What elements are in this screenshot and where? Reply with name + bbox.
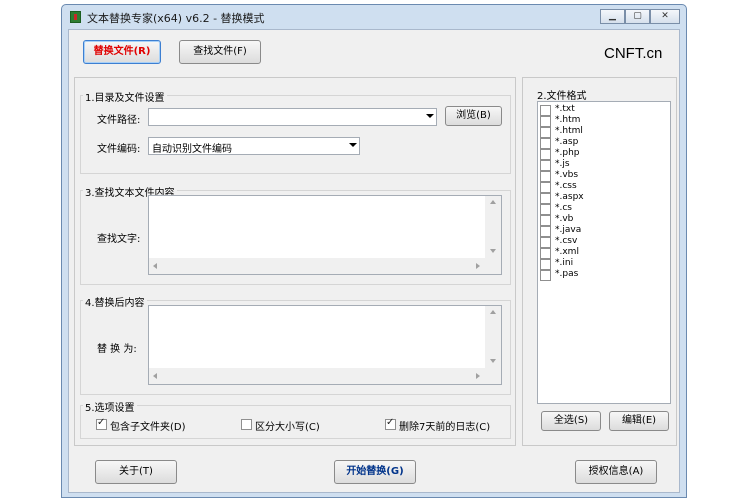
- scroll-right-icon[interactable]: [476, 373, 480, 379]
- file-path-label: 文件路径:: [97, 115, 141, 126]
- encoding-select[interactable]: 自动识别文件编码: [148, 137, 360, 155]
- format-label: *.php: [555, 148, 580, 158]
- format-label: *.txt: [555, 104, 575, 114]
- directory-settings-group: 1.目录及文件设置 文件路径: 浏览(B) 文件编码: 自动识别文件编码: [80, 89, 511, 174]
- license-info-button[interactable]: 授权信息(A): [575, 460, 657, 484]
- scrollbar-corner: [485, 258, 501, 274]
- scroll-left-icon[interactable]: [153, 263, 157, 269]
- file-formats-title: 2.文件格式: [537, 91, 587, 102]
- format-checkbox[interactable]: [540, 105, 551, 116]
- about-button[interactable]: 关于(T): [95, 460, 177, 484]
- title-bar[interactable]: 文本替换专家(x64) v6.2 - 替换模式 ▁ ▢ ✕: [62, 5, 686, 29]
- edit-formats-button[interactable]: 编辑(E): [609, 411, 669, 431]
- encoding-label: 文件编码:: [97, 144, 141, 155]
- format-checkbox[interactable]: [540, 193, 551, 204]
- minimize-icon: ▁: [609, 11, 616, 21]
- format-label: *.vbs: [555, 170, 579, 180]
- chevron-down-icon[interactable]: [349, 143, 357, 147]
- replace-mode-button[interactable]: 替换文件(R): [83, 40, 161, 64]
- scroll-up-icon[interactable]: [490, 200, 496, 204]
- format-label: *.cs: [555, 203, 572, 213]
- right-panel: 2.文件格式 *.txt *.htm *.html *.asp *.php *.…: [522, 77, 677, 446]
- include-subfolders-checkbox[interactable]: [96, 417, 107, 430]
- format-checkbox[interactable]: [540, 149, 551, 160]
- format-checkbox[interactable]: [540, 171, 551, 182]
- scroll-down-icon[interactable]: [490, 249, 496, 253]
- format-checkbox[interactable]: [540, 127, 551, 138]
- encoding-value: 自动识别文件编码: [152, 144, 232, 155]
- window-title: 文本替换专家(x64) v6.2 - 替换模式: [87, 12, 265, 25]
- case-sensitive-checkbox[interactable]: [241, 419, 252, 430]
- scroll-left-icon[interactable]: [153, 373, 157, 379]
- app-window: 文本替换专家(x64) v6.2 - 替换模式 ▁ ▢ ✕ 替换文件(R) 查找…: [61, 4, 687, 498]
- format-checkbox[interactable]: [540, 138, 551, 149]
- browse-button[interactable]: 浏览(B): [445, 106, 502, 126]
- format-label: *.css: [555, 181, 577, 191]
- find-mode-button[interactable]: 查找文件(F): [179, 40, 261, 64]
- horizontal-scrollbar[interactable]: [149, 258, 485, 274]
- horizontal-scrollbar[interactable]: [149, 368, 485, 384]
- format-label: *.js: [555, 159, 570, 169]
- group-title: 5.选项设置: [83, 399, 137, 414]
- scroll-up-icon[interactable]: [490, 310, 496, 314]
- include-subfolders-label[interactable]: 包含子文件夹(D): [110, 418, 186, 433]
- options-group: 5.选项设置 包含子文件夹(D) 区分大小写(C) 删除7天前的日志(C): [80, 399, 511, 439]
- format-label: *.xml: [555, 247, 579, 257]
- format-checkbox[interactable]: [540, 215, 551, 226]
- format-label: *.ini: [555, 258, 574, 268]
- client-area: 替换文件(R) 查找文件(F) CNFT.cn 1.目录及文件设置 文件路径: …: [68, 29, 680, 493]
- format-label: *.csv: [555, 236, 578, 246]
- delete-old-logs-checkbox[interactable]: [385, 417, 396, 430]
- group-title: 1.目录及文件设置: [83, 89, 167, 104]
- format-label: *.aspx: [555, 192, 584, 202]
- start-replace-button[interactable]: 开始替换(G): [334, 460, 416, 484]
- format-label: *.asp: [555, 137, 579, 147]
- app-icon: [70, 11, 81, 23]
- select-all-button[interactable]: 全选(S): [541, 411, 601, 431]
- format-label: *.html: [555, 126, 583, 136]
- replace-content-group: 4.替换后内容 替 换 为:: [80, 294, 511, 395]
- format-checkbox[interactable]: [540, 248, 551, 259]
- format-checkbox[interactable]: [540, 237, 551, 248]
- case-sensitive-label[interactable]: 区分大小写(C): [255, 418, 320, 433]
- file-path-combobox[interactable]: [148, 108, 437, 126]
- minimize-button[interactable]: ▁: [600, 9, 625, 24]
- file-format-list[interactable]: *.txt *.htm *.html *.asp *.php *.js *.vb…: [537, 101, 671, 404]
- replace-with-label: 替 换 为:: [97, 344, 137, 355]
- format-label: *.java: [555, 225, 582, 235]
- format-checkbox[interactable]: [540, 182, 551, 193]
- format-checkbox[interactable]: [540, 226, 551, 237]
- format-checkbox[interactable]: [540, 259, 551, 270]
- chevron-down-icon[interactable]: [426, 114, 434, 118]
- group-title: 4.替换后内容: [83, 294, 147, 309]
- maximize-button[interactable]: ▢: [625, 9, 650, 24]
- scrollbar-corner: [485, 368, 501, 384]
- format-checkbox[interactable]: [540, 270, 551, 281]
- maximize-icon: ▢: [633, 11, 642, 21]
- scroll-down-icon[interactable]: [490, 359, 496, 363]
- format-label: *.vb: [555, 214, 574, 224]
- vertical-scrollbar[interactable]: [485, 196, 501, 258]
- replace-text-area[interactable]: [148, 305, 502, 385]
- left-panel: 1.目录及文件设置 文件路径: 浏览(B) 文件编码: 自动识别文件编码 3.查…: [74, 77, 516, 446]
- format-label: *.pas: [555, 269, 579, 279]
- find-text-label: 查找文字:: [97, 234, 141, 245]
- brand-label: CNFT.cn: [604, 45, 663, 62]
- find-text-area[interactable]: [148, 195, 502, 275]
- format-checkbox[interactable]: [540, 204, 551, 215]
- vertical-scrollbar[interactable]: [485, 306, 501, 368]
- format-label: *.htm: [555, 115, 581, 125]
- close-button[interactable]: ✕: [650, 9, 680, 24]
- close-icon: ✕: [661, 11, 669, 21]
- format-checkbox[interactable]: [540, 116, 551, 127]
- scroll-right-icon[interactable]: [476, 263, 480, 269]
- delete-old-logs-label[interactable]: 删除7天前的日志(C): [399, 418, 490, 433]
- format-checkbox[interactable]: [540, 160, 551, 171]
- find-content-group: 3.查找文本文件内容 查找文字:: [80, 184, 511, 285]
